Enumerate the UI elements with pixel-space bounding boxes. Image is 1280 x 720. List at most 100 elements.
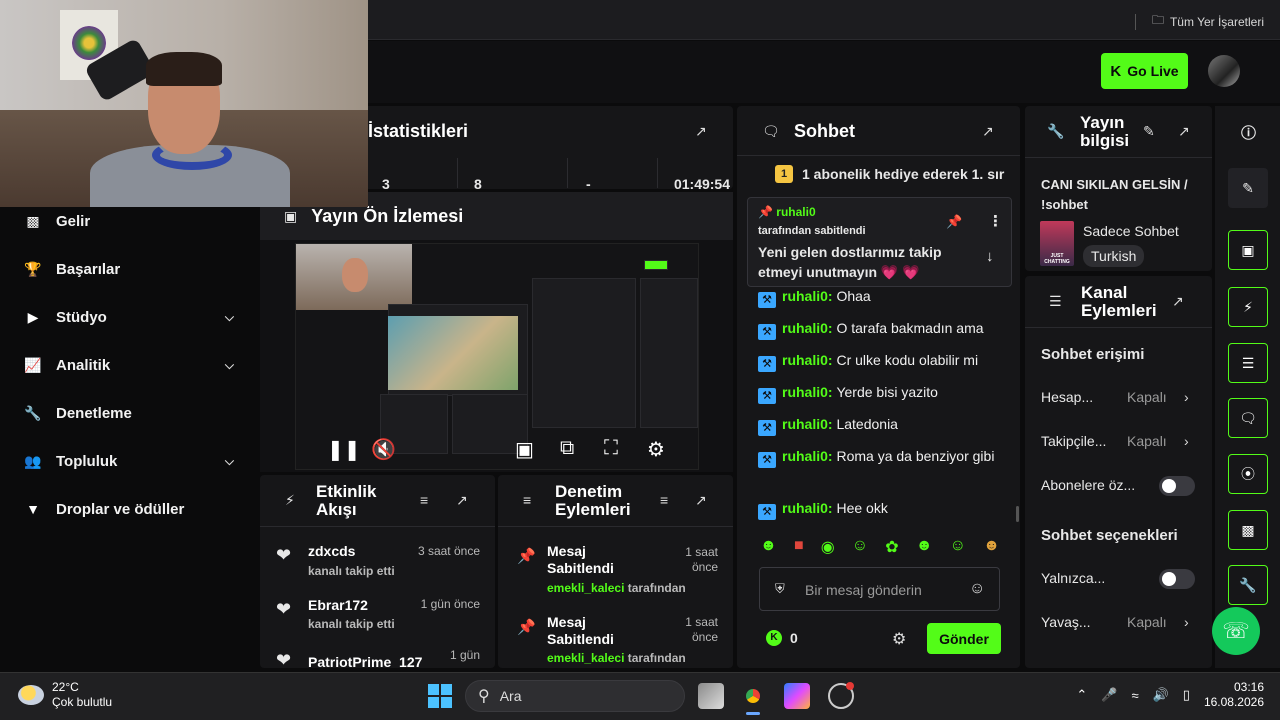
chevron-down-icon[interactable]: ⌵	[225, 310, 234, 325]
emoji-picker-icon[interactable]: ☺	[969, 580, 985, 598]
preview-go-live	[644, 260, 668, 270]
chat-scrollbar[interactable]	[1016, 506, 1019, 522]
popout-icon[interactable]: ↗	[695, 123, 707, 140]
chevron-down-icon[interactable]: ⌵	[225, 454, 234, 469]
broadcast-icon[interactable]: ⦿	[1228, 454, 1268, 494]
support-headset-icon[interactable]: ☏	[1212, 607, 1260, 655]
collapse-arrow-icon[interactable]: ↓	[986, 248, 994, 265]
gift-banner[interactable]: 1 abonelik hediye ederek 1. sır	[802, 166, 1007, 182]
category-thumbnail[interactable]: JUST CHATTING	[1040, 221, 1074, 266]
copilot-icon[interactable]	[784, 683, 810, 709]
chevron-right-icon[interactable]: ›	[1184, 433, 1189, 449]
lightning-icon[interactable]: ⚡	[1228, 287, 1268, 327]
popout-icon[interactable]: ↗	[695, 492, 707, 509]
channel-points-icon[interactable]: K	[766, 630, 782, 646]
emote-icon[interactable]: ■	[794, 537, 804, 559]
pause-icon[interactable]: ❚❚	[327, 437, 361, 462]
wifi-icon[interactable]: ≈	[1131, 688, 1138, 703]
speaker-icon[interactable]: 🔊	[1153, 687, 1169, 703]
chevron-up-icon[interactable]: ⌃	[1076, 687, 1087, 703]
popout-icon[interactable]: ↗	[456, 492, 468, 509]
emote-icon[interactable]: ☻	[983, 537, 1000, 559]
more-options-icon[interactable]: ⋮	[988, 212, 1003, 230]
folder-icon: 🗀	[1151, 13, 1164, 27]
emote-icon[interactable]: ☺	[950, 537, 966, 559]
taskbar-search[interactable]: ⚲ Ara	[465, 680, 685, 712]
list-icon[interactable]: ☰	[1228, 343, 1268, 383]
weather-widget[interactable]: 22°C Çok bulutlu	[18, 680, 112, 710]
sidebar-item-basarilar[interactable]: 🏆 Başarılar	[24, 257, 244, 281]
moderation-action: Mesaj Sabitlendi	[547, 614, 614, 647]
sidebar-item-topluluk[interactable]: 👥 Topluluk ⌵	[24, 449, 244, 473]
camera-icon[interactable]: ▩	[1228, 510, 1268, 550]
sidebar-item-denetleme[interactable]: 🔧 Denetleme	[24, 401, 244, 425]
chat-message-input[interactable]: ⛨ Bir mesaj gönderin ☺	[759, 567, 1000, 611]
sidebar-item-analitik[interactable]: 📈 Analitik ⌵	[24, 353, 244, 377]
search-icon: ⚲	[478, 688, 490, 705]
chat-options-heading: Sohbet seçenekleri	[1041, 527, 1178, 544]
pinned-text: Yeni gelen dostlarımız takip etmeyi unut…	[758, 244, 942, 280]
actions-icon: ☰	[1049, 293, 1062, 309]
edit-pencil-icon[interactable]: ✎	[1143, 123, 1155, 140]
slow-mode-value[interactable]: Kapalı	[1127, 614, 1167, 630]
filter-icon[interactable]: ≡	[420, 492, 428, 508]
taskbar-clock[interactable]: 03:16 16.08.2026	[1204, 680, 1264, 710]
mute-icon[interactable]: 🔇	[371, 437, 396, 462]
battery-icon[interactable]: ▯	[1183, 687, 1190, 703]
chat-message[interactable]: ⚒ ruhali0: Yerde bisi yazito	[758, 381, 1008, 404]
sidebar-item-studyo[interactable]: ▶ Stüdyo ⌵	[24, 305, 244, 329]
preview-toggle-icon[interactable]: ▣	[1228, 230, 1268, 270]
popout-icon[interactable]: ↗	[1178, 123, 1190, 140]
wrench-icon[interactable]: 🔧	[1228, 565, 1268, 605]
send-button[interactable]: Gönder	[927, 623, 1001, 654]
stream-preview-video[interactable]	[295, 243, 699, 470]
fullscreen-icon[interactable]: ⛶	[604, 437, 618, 460]
sidebar-item-droplar[interactable]: ▼ Droplar ve ödüller	[24, 497, 244, 521]
chat-message[interactable]: ⚒ ruhali0: Cr ulke kodu olabilir mi	[758, 349, 1008, 372]
emote-icon[interactable]: ✿	[885, 537, 898, 559]
activity-user[interactable]: Ebrar172	[308, 597, 368, 613]
chat-message[interactable]: ⚒ ruhali0: Hee okk	[758, 497, 1008, 520]
popout-player-icon[interactable]: ⧉	[560, 437, 574, 460]
go-live-button[interactable]: K Go Live	[1101, 53, 1188, 89]
theater-mode-icon[interactable]: ▣	[515, 437, 534, 462]
emote-only-toggle[interactable]	[1159, 569, 1195, 589]
windows-start-icon[interactable]	[428, 684, 452, 708]
all-bookmarks-button[interactable]: 🗀 Tüm Yer İşaretleri	[1134, 11, 1264, 32]
moderator-name[interactable]: emekli_kaleci	[547, 581, 624, 595]
moderator-name[interactable]: emekli_kaleci	[547, 651, 624, 665]
microphone-icon[interactable]: 🎤	[1101, 687, 1117, 703]
chat-bubble-icon[interactable]: 🗨	[1228, 398, 1268, 438]
chevron-right-icon[interactable]: ›	[1184, 389, 1189, 405]
task-view-icon[interactable]	[698, 683, 724, 709]
activity-user[interactable]: zdxcds	[308, 543, 355, 559]
chat-message[interactable]: ⚒ ruhali0: Roma ya da benziyor gibi	[758, 445, 1008, 468]
subscribers-only-toggle[interactable]	[1159, 476, 1195, 496]
bookmarks-label: Tüm Yer İşaretleri	[1169, 14, 1264, 29]
sidebar-item-gelir[interactable]: ▩ Gelir	[24, 209, 244, 233]
followers-only-value[interactable]: Kapalı	[1127, 433, 1167, 449]
user-avatar[interactable]	[1208, 55, 1240, 87]
chat-message[interactable]: ⚒ ruhali0: Ohaa	[758, 285, 1008, 308]
chat-settings-icon[interactable]: ⚙	[892, 629, 906, 649]
pinned-user[interactable]: ruhali0	[776, 205, 815, 219]
filter-icon[interactable]: ≡	[660, 492, 668, 508]
chevron-down-icon[interactable]: ⌵	[225, 358, 234, 373]
emote-icon[interactable]: ☻	[760, 537, 777, 559]
emote-icon[interactable]: ◉	[821, 537, 835, 559]
info-icon[interactable]: ⓘ	[1241, 122, 1256, 143]
emote-icon[interactable]: ☺	[852, 537, 868, 559]
chevron-right-icon[interactable]: ›	[1184, 614, 1189, 630]
popout-icon[interactable]: ↗	[982, 123, 994, 140]
popout-icon[interactable]: ↗	[1172, 293, 1184, 310]
chrome-icon[interactable]	[740, 683, 766, 709]
edit-pencil-icon[interactable]: ✎	[1228, 168, 1268, 208]
emote-icon[interactable]: ☻	[916, 537, 933, 559]
subscribers-only-label: Abonelere öz...	[1041, 477, 1136, 493]
chat-message[interactable]: ⚒ ruhali0: Latedonia	[758, 413, 1008, 436]
account-age-value[interactable]: Kapalı	[1127, 389, 1167, 405]
category-name[interactable]: Sadece Sohbet	[1083, 223, 1179, 239]
settings-gear-icon[interactable]: ⚙	[647, 437, 665, 462]
chat-message[interactable]: ⚒ ruhali0: O tarafa bakmadın ama	[758, 317, 1008, 340]
unpin-icon[interactable]: 📌	[946, 214, 962, 230]
